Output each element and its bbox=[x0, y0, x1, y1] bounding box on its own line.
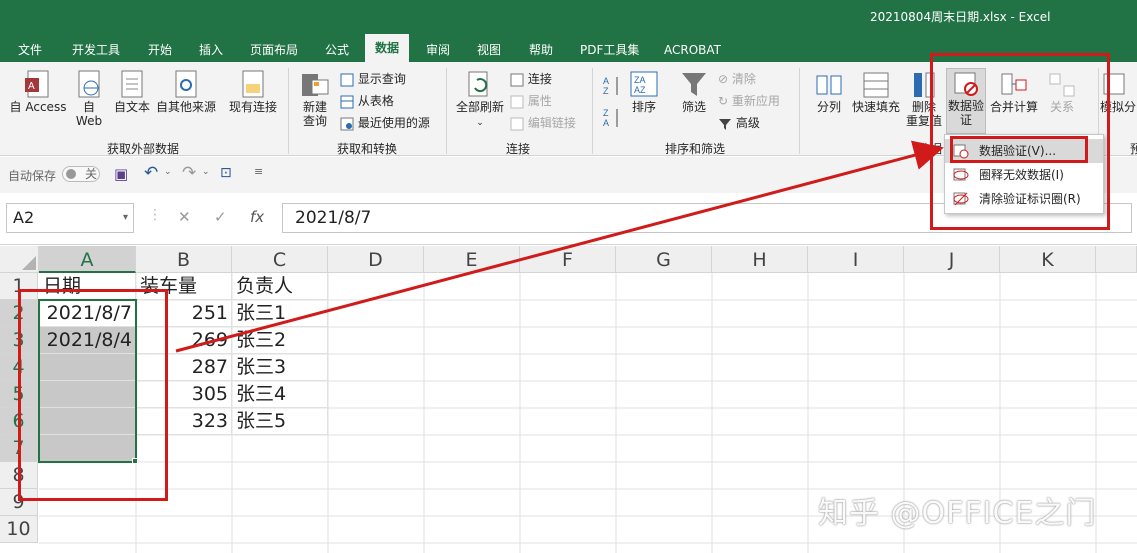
excel-window: { "window": {"title": "20210804周末日期.xlsx… bbox=[0, 0, 1137, 553]
annotation-arrow bbox=[175, 140, 944, 353]
